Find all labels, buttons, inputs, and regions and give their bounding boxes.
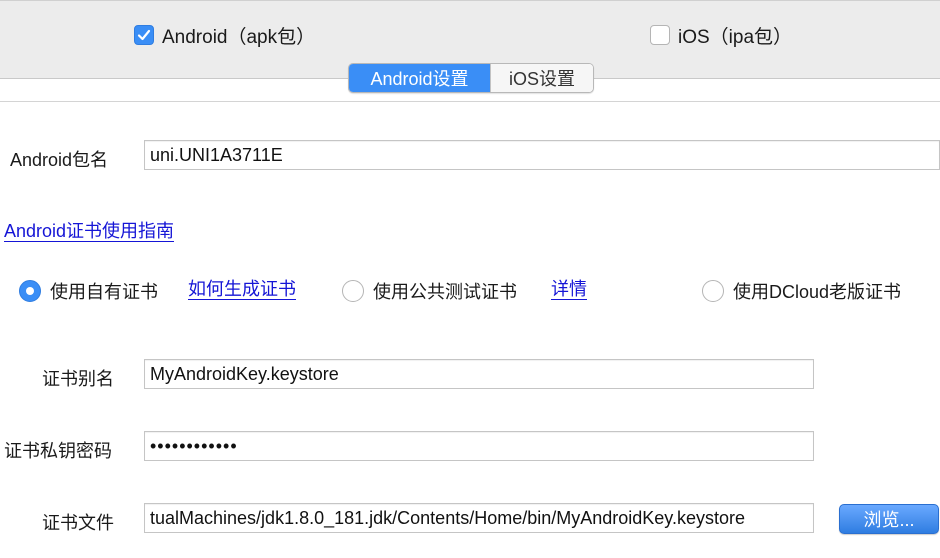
radio-dot-icon bbox=[26, 287, 34, 295]
checkmark-icon bbox=[137, 29, 151, 41]
cert-password-label: 证书私钥密码 bbox=[4, 441, 112, 461]
cert-file-input[interactable]: tualMachines/jdk1.8.0_181.jdk/Contents/H… bbox=[144, 503, 814, 533]
package-name-input[interactable]: uni.UNI1A3711E bbox=[144, 140, 940, 170]
ios-platform-option[interactable]: iOS（ipa包） bbox=[650, 23, 793, 48]
own-cert-label: 使用自有证书 bbox=[50, 282, 158, 302]
cert-option-public[interactable]: 使用公共测试证书 bbox=[342, 278, 517, 304]
cert-alias-input[interactable]: MyAndroidKey.keystore bbox=[144, 359, 814, 389]
cert-password-input[interactable]: •••••••••••• bbox=[144, 431, 814, 461]
dcloud-cert-radio[interactable] bbox=[702, 280, 724, 302]
tab-android-settings[interactable]: Android设置 bbox=[349, 64, 490, 92]
tabs-divider bbox=[0, 101, 940, 102]
cert-file-label: 证书文件 bbox=[42, 513, 114, 533]
public-cert-label: 使用公共测试证书 bbox=[373, 282, 517, 302]
tab-ios-settings[interactable]: iOS设置 bbox=[490, 64, 593, 92]
browse-button[interactable]: 浏览... bbox=[839, 504, 939, 534]
cert-option-dcloud[interactable]: 使用DCloud老版证书 bbox=[702, 278, 901, 304]
dcloud-cert-label: 使用DCloud老版证书 bbox=[733, 282, 902, 302]
settings-tab-control: Android设置 iOS设置 bbox=[348, 63, 594, 93]
android-platform-option[interactable]: Android（apk包） bbox=[134, 23, 316, 48]
cert-alias-label: 证书别名 bbox=[42, 369, 114, 389]
public-cert-details-link[interactable]: 详情 bbox=[551, 279, 587, 300]
ios-checkbox-label: iOS（ipa包） bbox=[678, 26, 793, 48]
cert-option-own[interactable]: 使用自有证书 bbox=[19, 278, 158, 304]
android-cert-guide-link[interactable]: Android证书使用指南 bbox=[4, 221, 175, 242]
own-cert-radio[interactable] bbox=[19, 280, 41, 302]
package-name-label: Android包名 bbox=[10, 150, 109, 170]
android-checkbox-label: Android（apk包） bbox=[162, 26, 316, 48]
public-cert-radio[interactable] bbox=[342, 280, 364, 302]
android-checkbox[interactable] bbox=[134, 25, 154, 45]
ios-checkbox[interactable] bbox=[650, 25, 670, 45]
how-to-generate-cert-link[interactable]: 如何生成证书 bbox=[188, 279, 296, 300]
